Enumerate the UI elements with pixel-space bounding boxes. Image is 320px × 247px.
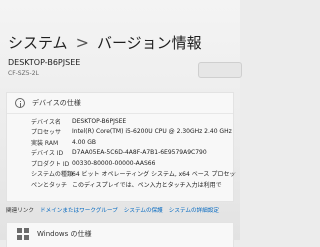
device-specs-title: デバイスの仕様 xyxy=(32,98,81,107)
info-icon xyxy=(15,98,25,108)
spec-value: 64 ビット オペレーティング システム, x64 ベース プロセッサ xyxy=(72,171,236,179)
spec-label: システムの種類 xyxy=(31,171,73,179)
breadcrumb: システム > バージョン情報 xyxy=(8,33,202,53)
spec-row: デバイス ID D7AA05EA-5C6D-4A8F-A7B1-6E9579A9… xyxy=(31,148,236,159)
device-header: DESKTOP-B6PJSEE CF-SZ5-2L xyxy=(8,58,80,78)
spec-label: プロダクト ID xyxy=(31,160,70,168)
breadcrumb-current: バージョン情報 xyxy=(96,34,202,52)
device-model: CF-SZ5-2L xyxy=(8,70,39,77)
windows-specs-header[interactable]: Windows の仕様 xyxy=(7,223,233,245)
device-specs-list: デバイス名 DESKTOP-B6PJSEE プロセッサ Intel(R) Cor… xyxy=(31,116,236,190)
spec-row: ペンとタッチ このディスプレイでは、ペン入力とタッチ入力は利用で xyxy=(31,179,236,190)
related-links-bar: 関連リンク ドメインまたはワークグループ システムの保護 システムの詳細設定 xyxy=(6,202,234,218)
spec-row: プロダクト ID 00330-80000-00000-AAS66 xyxy=(31,158,236,169)
spec-row: デバイス名 DESKTOP-B6PJSEE xyxy=(31,116,236,127)
related-link-advanced-system-settings[interactable]: システムの詳細設定 xyxy=(169,206,219,214)
device-specs-panel: デバイスの仕様 デバイス名 DESKTOP-B6PJSEE プロセッサ Inte… xyxy=(6,92,236,202)
spec-value: 4.00 GB xyxy=(72,138,97,146)
spec-row: システムの種類 64 ビット オペレーティング システム, x64 ベース プロ… xyxy=(31,169,236,180)
related-links-label: 関連リンク xyxy=(6,208,34,214)
device-name: DESKTOP-B6PJSEE xyxy=(8,58,81,67)
breadcrumb-separator: > xyxy=(75,33,89,52)
breadcrumb-root[interactable]: システム xyxy=(8,34,68,52)
related-link-domain-workgroup[interactable]: ドメインまたはワークグループ xyxy=(40,206,118,214)
spec-label: プロセッサ xyxy=(31,129,62,137)
spec-value: D7AA05EA-5C6D-4A8F-A7B1-6E9579A9C790 xyxy=(72,149,207,157)
spec-value: 00330-80000-00000-AAS66 xyxy=(72,159,156,167)
spec-value: DESKTOP-B6PJSEE xyxy=(72,117,127,125)
spec-label: デバイス ID xyxy=(31,150,64,158)
settings-page: システム > バージョン情報 DESKTOP-B6PJSEE CF-SZ5-2L… xyxy=(0,0,242,247)
windows-specs-panel: Windows の仕様 xyxy=(6,222,234,247)
spec-value: Intel(R) Core(TM) i5-6200U CPU @ 2.30GHz… xyxy=(72,128,232,136)
device-specs-header[interactable]: デバイスの仕様 xyxy=(7,93,233,114)
windows-specs-title: Windows の仕様 xyxy=(37,230,92,238)
spec-label: ペンとタッチ xyxy=(31,181,68,189)
spec-row: 実装 RAM 4.00 GB xyxy=(31,137,236,148)
spec-value: このディスプレイでは、ペン入力とタッチ入力は利用で xyxy=(72,181,222,189)
windows-logo-icon xyxy=(17,228,29,240)
spec-label: 実装 RAM xyxy=(31,139,59,147)
spec-label: デバイス名 xyxy=(31,118,61,126)
spec-row: プロセッサ Intel(R) Core(TM) i5-6200U CPU @ 2… xyxy=(31,127,236,138)
rename-button[interactable] xyxy=(198,62,242,78)
related-link-system-protection[interactable]: システムの保護 xyxy=(124,206,163,214)
